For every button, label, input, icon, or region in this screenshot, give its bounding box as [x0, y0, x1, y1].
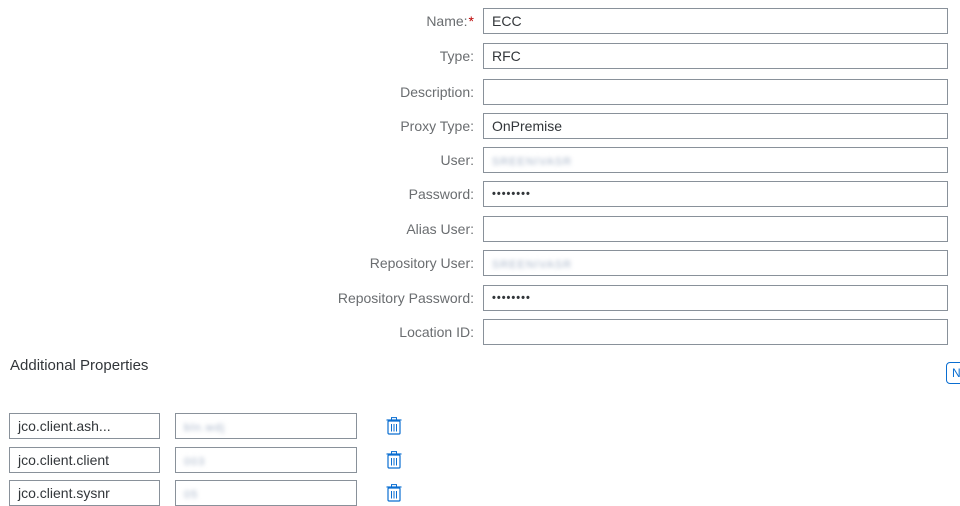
name-label: Name:*	[426, 13, 474, 29]
property-row: jco.client.sysnr 05	[0, 480, 960, 506]
type-field[interactable]: RFC	[483, 43, 948, 69]
property-value-blurred: 05	[184, 489, 199, 501]
property-key-field[interactable]: jco.client.ash...	[9, 413, 160, 439]
user-label: User:	[440, 152, 474, 168]
form-row-repository-password: Repository Password: ••••••••	[0, 285, 960, 311]
form-row-location-id: Location ID:	[0, 319, 960, 345]
trash-icon[interactable]	[386, 451, 402, 469]
repository-password-field[interactable]: ••••••••	[483, 285, 948, 311]
repository-password-label: Repository Password:	[337, 290, 474, 306]
alias-user-label: Alias User:	[406, 221, 474, 237]
property-value-field[interactable]: 05	[175, 480, 357, 506]
proxy-type-label: Proxy Type:	[400, 118, 474, 134]
repository-user-field[interactable]: SREENIVASR	[483, 250, 948, 276]
alias-user-field[interactable]	[483, 216, 948, 242]
trash-icon[interactable]	[386, 417, 402, 435]
form-row-alias-user: Alias User:	[0, 216, 960, 242]
property-value-blurred: 003	[184, 456, 206, 468]
form-row-type: Type: RFC	[0, 43, 960, 69]
property-row: jco.client.client 003	[0, 447, 960, 473]
property-value-field[interactable]: 003	[175, 447, 357, 473]
property-value-field[interactable]: bln.wdj	[175, 413, 357, 439]
location-id-label: Location ID:	[399, 324, 474, 340]
location-id-field[interactable]	[483, 319, 948, 345]
type-label: Type:	[439, 48, 474, 64]
new-property-button[interactable]: N	[946, 362, 960, 384]
property-value-blurred: bln.wdj	[184, 422, 226, 434]
form-row-description: Description:	[0, 79, 960, 105]
description-label: Description:	[400, 84, 474, 100]
user-value-blurred: SREENIVASR	[492, 156, 573, 168]
user-field[interactable]: SREENIVASR	[483, 147, 948, 173]
form-row-password: Password: ••••••••	[0, 181, 960, 207]
password-field[interactable]: ••••••••	[483, 181, 948, 207]
form-row-proxy-type: Proxy Type: OnPremise	[0, 113, 960, 139]
property-row: jco.client.ash... bln.wdj	[0, 413, 960, 439]
password-label: Password:	[408, 186, 474, 202]
name-field[interactable]: ECC	[483, 8, 948, 34]
proxy-type-field[interactable]: OnPremise	[483, 113, 948, 139]
repository-user-value-blurred: SREENIVASR	[492, 259, 573, 271]
additional-properties-title: Additional Properties	[10, 357, 149, 374]
form-row-name: Name:* ECC	[0, 8, 960, 34]
form-row-repository-user: Repository User: SREENIVASR	[0, 250, 960, 276]
description-field[interactable]	[483, 79, 948, 105]
property-key-field[interactable]: jco.client.sysnr	[9, 480, 160, 506]
repository-user-label: Repository User:	[369, 255, 474, 271]
required-marker: *	[468, 13, 474, 29]
form-row-user: User: SREENIVASR	[0, 147, 960, 173]
property-key-field[interactable]: jco.client.client	[9, 447, 160, 473]
trash-icon[interactable]	[386, 484, 402, 502]
